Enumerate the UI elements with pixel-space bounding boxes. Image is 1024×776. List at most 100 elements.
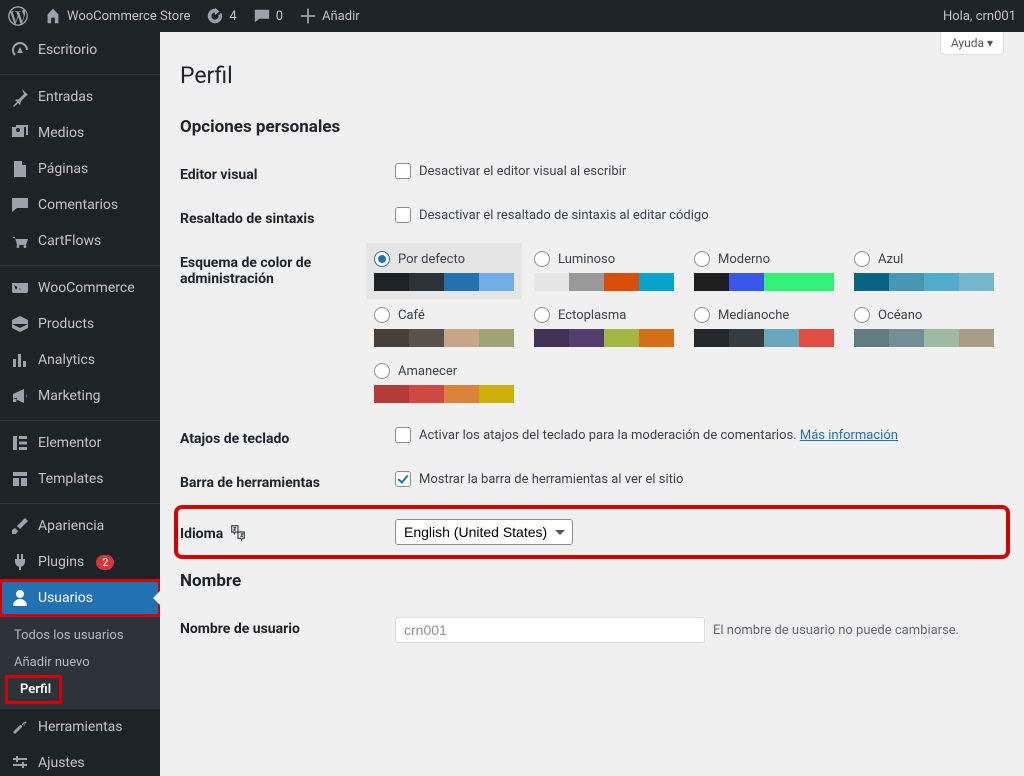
visual-editor-label: Editor visual bbox=[180, 163, 395, 183]
shortcuts-checkbox[interactable] bbox=[395, 427, 411, 443]
shortcuts-label: Atajos de teclado bbox=[180, 427, 395, 447]
users-submenu: Todos los usuarios Añadir nuevo Perfil bbox=[0, 616, 160, 709]
toolbar-checkbox[interactable] bbox=[395, 471, 411, 487]
pin-icon bbox=[10, 87, 30, 107]
row-color-scheme: Esquema de color de administración Por d… bbox=[180, 239, 1004, 415]
submenu-add-new[interactable]: Añadir nuevo bbox=[0, 649, 160, 676]
comments-count: 0 bbox=[276, 9, 283, 24]
sidebar-item-media[interactable]: Medios bbox=[0, 115, 160, 151]
woocommerce-icon bbox=[10, 278, 30, 298]
wordpress-icon bbox=[8, 6, 28, 26]
row-toolbar: Barra de herramientas Mostrar la barra d… bbox=[180, 459, 1004, 503]
radio-icon bbox=[694, 307, 710, 323]
color-scheme-option[interactable]: Ectoplasma bbox=[534, 307, 674, 347]
sidebar-item-dashboard[interactable]: Escritorio bbox=[0, 32, 160, 68]
sidebar-item-comments[interactable]: Comentarios bbox=[0, 187, 160, 223]
plus-icon bbox=[299, 7, 317, 25]
row-username: Nombre de usuario El nombre de usuario n… bbox=[180, 605, 1004, 655]
sidebar-item-analytics[interactable]: Analytics bbox=[0, 342, 160, 378]
scheme-name: Amanecer bbox=[398, 364, 457, 379]
admin-sidebar: Escritorio Entradas Medios Páginas Comen… bbox=[0, 32, 160, 776]
color-scheme-option[interactable]: Por defecto bbox=[366, 243, 522, 299]
scheme-name: Por defecto bbox=[398, 252, 465, 267]
sidebar-item-elementor[interactable]: Elementor bbox=[0, 420, 160, 461]
sidebar-item-products[interactable]: Products bbox=[0, 306, 160, 342]
submenu-profile[interactable]: Perfil bbox=[6, 676, 61, 703]
sidebar-item-pages[interactable]: Páginas bbox=[0, 151, 160, 187]
syntax-text: Desactivar el resaltado de sintaxis al e… bbox=[419, 208, 709, 223]
sidebar-item-marketing[interactable]: Marketing bbox=[0, 378, 160, 414]
submenu-all-users[interactable]: Todos los usuarios bbox=[0, 622, 160, 649]
color-scheme-option[interactable]: Luminoso bbox=[534, 251, 674, 291]
add-label: Añadir bbox=[322, 9, 360, 24]
swatch-row bbox=[374, 385, 514, 403]
sidebar-item-woocommerce[interactable]: WooCommerce bbox=[0, 265, 160, 306]
scheme-name: Luminoso bbox=[558, 252, 615, 267]
dashboard-icon bbox=[10, 40, 30, 60]
sidebar-item-tools[interactable]: Herramientas bbox=[0, 709, 160, 745]
swatch-row bbox=[854, 273, 994, 291]
comment-icon bbox=[10, 195, 30, 215]
sidebar-item-plugins[interactable]: Plugins2 bbox=[0, 544, 160, 580]
color-scheme-option[interactable]: Azul bbox=[854, 251, 994, 291]
site-name-link[interactable]: WooCommerce Store bbox=[36, 0, 198, 32]
wrench-icon bbox=[10, 717, 30, 737]
syntax-checkbox[interactable] bbox=[395, 207, 411, 223]
username-label: Nombre de usuario bbox=[180, 617, 395, 637]
swatch-row bbox=[854, 329, 994, 347]
color-scheme-option[interactable]: Café bbox=[374, 307, 514, 347]
radio-icon bbox=[694, 251, 710, 267]
scheme-name: Ectoplasma bbox=[558, 308, 626, 323]
elementor-icon bbox=[10, 433, 30, 453]
username-description: El nombre de usuario no puede cambiarse. bbox=[713, 623, 959, 638]
templates-icon bbox=[10, 469, 30, 489]
row-visual-editor: Editor visual Desactivar el editor visua… bbox=[180, 151, 1004, 195]
site-name: WooCommerce Store bbox=[67, 9, 190, 24]
sidebar-item-users[interactable]: Usuarios bbox=[0, 580, 160, 616]
language-select[interactable]: English (United States) bbox=[395, 519, 573, 545]
my-account[interactable]: Hola, crn001 bbox=[935, 0, 1024, 32]
translate-icon bbox=[229, 523, 247, 541]
update-icon bbox=[206, 7, 224, 25]
scheme-name: Azul bbox=[878, 252, 903, 267]
sidebar-item-settings[interactable]: Ajustes bbox=[0, 745, 160, 776]
color-scheme-picker: Por defecto Luminoso Moderno Azul Café Ectopl… bbox=[374, 251, 1004, 403]
language-highlight-annotation: Idioma English (United States) bbox=[180, 511, 1004, 553]
swatch-row bbox=[534, 329, 674, 347]
sidebar-item-cartflows[interactable]: CartFlows bbox=[0, 223, 160, 259]
sidebar-item-appearance[interactable]: Apariencia bbox=[0, 503, 160, 544]
add-new-link[interactable]: Añadir bbox=[291, 0, 368, 32]
username-input bbox=[395, 617, 705, 643]
admin-toolbar: WooCommerce Store 4 0 Añadir Hola, crn00… bbox=[0, 0, 1024, 32]
analytics-icon bbox=[10, 350, 30, 370]
sidebar-item-templates[interactable]: Templates bbox=[0, 461, 160, 497]
scheme-name: Café bbox=[398, 308, 425, 323]
sliders-icon bbox=[10, 753, 30, 773]
section-name: Nombre bbox=[180, 571, 1004, 591]
shortcuts-more-info-link[interactable]: Más información bbox=[800, 428, 898, 443]
row-shortcuts: Atajos de teclado Activar los atajos del… bbox=[180, 415, 1004, 459]
swatch-row bbox=[374, 329, 514, 347]
color-scheme-label: Esquema de color de administración bbox=[180, 251, 374, 287]
sidebar-item-posts[interactable]: Entradas bbox=[0, 74, 160, 115]
color-scheme-option[interactable]: Océano bbox=[854, 307, 994, 347]
color-scheme-option[interactable]: Amanecer bbox=[374, 363, 514, 403]
color-scheme-option[interactable]: Moderno bbox=[694, 251, 834, 291]
swatch-row bbox=[374, 273, 514, 291]
comment-icon bbox=[253, 7, 271, 25]
help-tab[interactable]: Ayuda ▾ bbox=[940, 32, 1004, 55]
radio-icon bbox=[854, 251, 870, 267]
scheme-name: Moderno bbox=[718, 252, 770, 267]
visual-editor-checkbox[interactable] bbox=[395, 163, 411, 179]
user-icon bbox=[10, 588, 30, 608]
comments-link[interactable]: 0 bbox=[245, 0, 291, 32]
wp-logo[interactable] bbox=[0, 0, 36, 32]
language-label: Idioma bbox=[180, 519, 395, 542]
plugins-count-badge: 2 bbox=[96, 555, 114, 570]
updates-link[interactable]: 4 bbox=[198, 0, 244, 32]
color-scheme-option[interactable]: Medianoche bbox=[694, 307, 834, 347]
radio-icon bbox=[534, 251, 550, 267]
toolbar-label: Barra de herramientas bbox=[180, 471, 395, 491]
toolbar-text: Mostrar la barra de herramientas al ver … bbox=[419, 472, 683, 487]
swatch-row bbox=[694, 329, 834, 347]
